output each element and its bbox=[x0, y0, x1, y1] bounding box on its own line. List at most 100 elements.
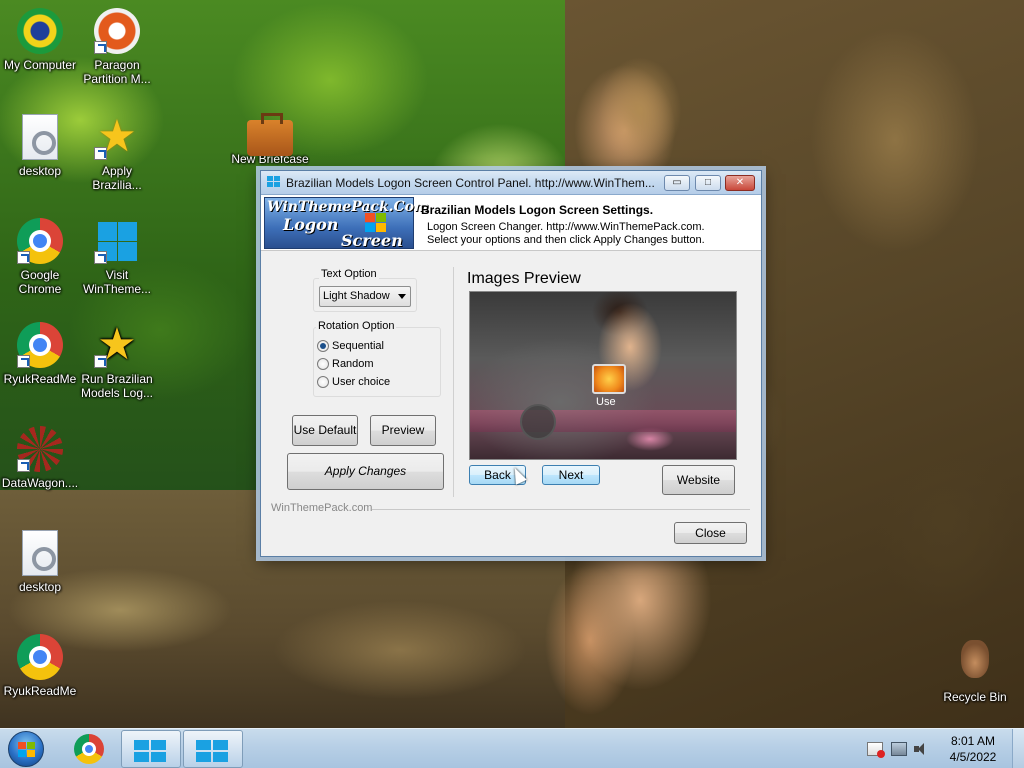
desktop-icon-ryukreadme-1[interactable]: RyukReadMe bbox=[0, 322, 80, 386]
desktop-icon-label: Paragon Partition M... bbox=[83, 58, 151, 86]
windows-logo-icon bbox=[196, 740, 230, 762]
taskbar-clock[interactable]: 8:01 AM 4/5/2022 bbox=[938, 733, 1008, 765]
radio-indicator[interactable] bbox=[317, 376, 329, 388]
vertical-divider bbox=[453, 267, 454, 497]
user-tile-icon bbox=[592, 364, 626, 394]
show-desktop-button[interactable] bbox=[1012, 729, 1024, 768]
preview-button[interactable]: Preview bbox=[370, 415, 436, 446]
shortcut-arrow-icon bbox=[17, 355, 30, 368]
logon-preview-image: Use bbox=[469, 291, 737, 460]
network-icon[interactable] bbox=[891, 742, 907, 756]
chrome-icon[interactable] bbox=[74, 734, 104, 764]
text-option-value: Light Shadow bbox=[323, 290, 390, 302]
wintheme-logo: WinThemePack.Com Logon Screen bbox=[264, 197, 429, 250]
rotation-option-label: Rotation Option bbox=[316, 320, 397, 332]
desktop-icon-recycle-bin[interactable]: Recycle Bin bbox=[935, 634, 1015, 704]
volume-icon[interactable] bbox=[914, 742, 928, 756]
clock-date: 4/5/2022 bbox=[949, 750, 997, 764]
next-button[interactable]: Next bbox=[542, 465, 600, 485]
radio-indicator[interactable] bbox=[317, 340, 329, 352]
footer-brand-text: WinThemePack.com bbox=[271, 502, 373, 514]
radio-label: Random bbox=[332, 358, 374, 370]
radio-indicator[interactable] bbox=[317, 358, 329, 370]
banner-line-1: Logon Screen Changer. http://www.WinThem… bbox=[427, 221, 705, 233]
desktop-icon-label: Apply Brazilia... bbox=[92, 164, 142, 192]
star-icon: ★ bbox=[94, 114, 140, 160]
windows-flag-icon bbox=[365, 213, 387, 233]
desktop-icon-datawagon[interactable]: DataWagon.... bbox=[0, 426, 80, 490]
datawagon-icon bbox=[17, 426, 63, 472]
desktop-icon-label: Recycle Bin bbox=[943, 690, 1007, 704]
windows-logo-icon bbox=[134, 740, 168, 762]
close-window-button[interactable]: ✕ bbox=[725, 175, 755, 191]
flag-alert-icon[interactable] bbox=[867, 742, 885, 758]
brazil-flag-icon bbox=[17, 8, 63, 54]
taskbar-app-wintheme-2[interactable] bbox=[183, 730, 243, 768]
desktop-icon-ryukreadme-2[interactable]: RyukReadMe bbox=[0, 634, 80, 698]
shortcut-arrow-icon bbox=[94, 147, 107, 160]
desktop-icon-google-chrome[interactable]: Google Chrome bbox=[0, 218, 80, 296]
desktop-icon-label: Google Chrome bbox=[18, 268, 62, 296]
document-gear-icon bbox=[22, 530, 58, 576]
website-button[interactable]: Website bbox=[662, 465, 735, 495]
minimize-button[interactable]: ▭ bbox=[664, 175, 690, 191]
desktop-icon-new-briefcase[interactable]: New Briefcase bbox=[230, 112, 310, 176]
desktop-icon-apply-brazilian[interactable]: ★ Apply Brazilia... bbox=[77, 114, 157, 193]
logo-text-logon: Logon bbox=[283, 215, 339, 234]
desktop-icon-label: Visit WinTheme... bbox=[82, 268, 151, 296]
paragon-icon bbox=[94, 8, 140, 54]
shortcut-arrow-icon bbox=[94, 251, 107, 264]
preview-user-text: Use bbox=[596, 396, 616, 408]
preview-stripe bbox=[470, 410, 736, 432]
windows-logo-icon bbox=[94, 218, 140, 264]
logon-control-panel-window: Brazilian Models Logon Screen Control Pa… bbox=[260, 170, 762, 557]
star-shield-icon: ★ bbox=[94, 322, 140, 368]
desktop-icon-run-brazilian[interactable]: ★ Run Brazilian Models Log... bbox=[77, 322, 157, 401]
use-default-button[interactable]: Use Default bbox=[292, 415, 358, 446]
images-preview-heading: Images Preview bbox=[467, 270, 581, 287]
document-gear-icon bbox=[22, 114, 58, 160]
desktop-icon-desktop-file[interactable]: desktop bbox=[0, 114, 80, 178]
close-button[interactable]: Close bbox=[674, 522, 747, 544]
text-option-label: Text Option bbox=[319, 268, 379, 280]
desktop-icon-label: DataWagon.... bbox=[1, 476, 79, 490]
radio-label: User choice bbox=[332, 376, 391, 388]
logo-text-site: WinThemePack.Com bbox=[267, 199, 429, 215]
header-banner: WinThemePack.Com Logon Screen Brazilian … bbox=[261, 195, 761, 251]
desktop-icon-label: desktop bbox=[18, 580, 62, 594]
desktop-icon-visit-wintheme[interactable]: Visit WinTheme... bbox=[77, 218, 157, 296]
shortcut-arrow-icon bbox=[94, 41, 107, 54]
shortcut-arrow-icon bbox=[94, 355, 107, 368]
taskbar: 8:01 AM 4/5/2022 bbox=[0, 728, 1024, 768]
desktop-icon-paragon[interactable]: Paragon Partition M... bbox=[77, 8, 157, 86]
clock-time: 8:01 AM bbox=[950, 734, 996, 748]
footer-divider bbox=[372, 509, 750, 510]
window-titlebar[interactable]: Brazilian Models Logon Screen Control Pa… bbox=[261, 171, 761, 195]
desktop-icon-label: Run Brazilian Models Log... bbox=[80, 372, 154, 400]
chrome-icon bbox=[17, 218, 63, 264]
banner-heading: Brazilian Models Logon Screen Settings. bbox=[421, 203, 654, 217]
desktop-icon-label: desktop bbox=[18, 164, 62, 178]
text-option-select[interactable]: Light Shadow bbox=[319, 286, 411, 307]
chrome-icon bbox=[17, 634, 63, 680]
chevron-down-icon bbox=[398, 294, 406, 299]
chrome-icon bbox=[17, 322, 63, 368]
banner-line-2: Select your options and then click Apply… bbox=[427, 234, 705, 246]
radio-label: Sequential bbox=[332, 340, 384, 352]
recycle-bin-icon bbox=[952, 640, 998, 686]
logo-text-screen: Screen bbox=[341, 231, 403, 250]
desktop-icon-my-computer[interactable]: My Computer bbox=[0, 8, 80, 72]
desktop-icon-label: My Computer bbox=[3, 58, 77, 72]
taskbar-app-wintheme-1[interactable] bbox=[121, 730, 181, 768]
apply-changes-button[interactable]: Apply Changes bbox=[287, 453, 444, 490]
desktop-icon-desktop-file-2[interactable]: desktop bbox=[0, 530, 80, 594]
maximize-button[interactable]: □ bbox=[695, 175, 721, 191]
window-title: Brazilian Models Logon Screen Control Pa… bbox=[286, 176, 655, 190]
start-button[interactable] bbox=[8, 731, 44, 767]
desktop-icon-label: RyukReadMe bbox=[3, 372, 77, 386]
preview-logo-circle bbox=[520, 404, 556, 440]
wallpaper-hair bbox=[585, 40, 695, 180]
desktop-icon-label: RyukReadMe bbox=[3, 684, 77, 698]
windows-logo-icon bbox=[267, 176, 281, 188]
shortcut-arrow-icon bbox=[17, 251, 30, 264]
